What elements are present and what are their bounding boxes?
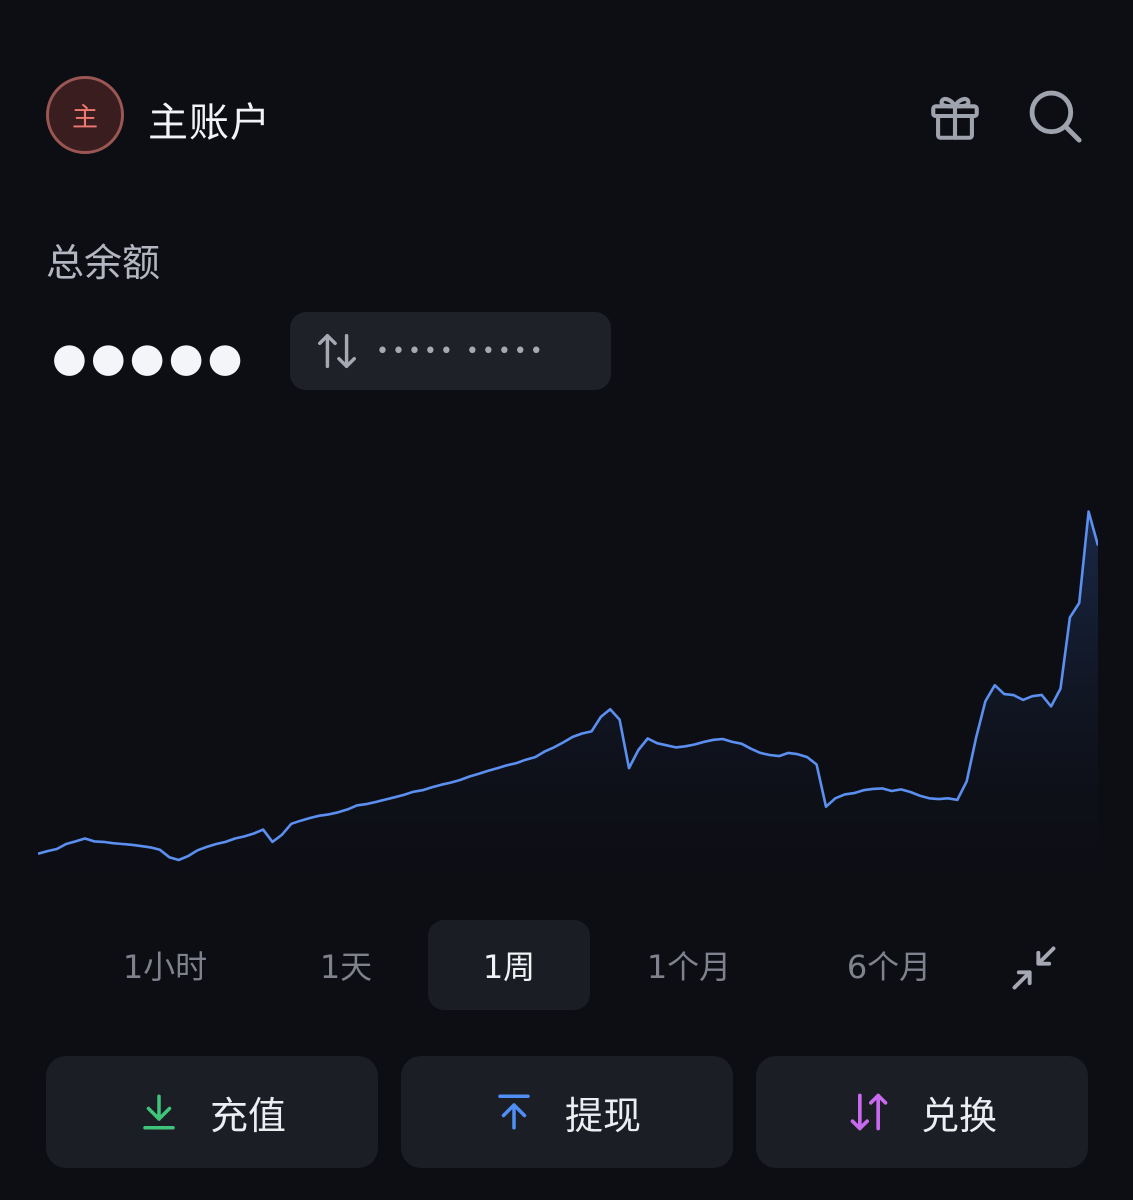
converted-hidden-value: ••••• ••••• xyxy=(376,338,546,364)
search-button[interactable] xyxy=(1023,84,1087,148)
avatar-text: 主 xyxy=(71,102,98,133)
tab-1-day[interactable]: 1天 xyxy=(265,920,427,1010)
search-icon xyxy=(1029,90,1082,143)
exchange-label: 兑换 xyxy=(920,1093,997,1138)
exchange-button[interactable]: 兑换 xyxy=(756,1056,1088,1168)
swap-vertical-icon xyxy=(318,333,356,369)
download-icon xyxy=(143,1094,175,1130)
currency-convert-pill[interactable]: ••••• ••••• xyxy=(290,312,611,390)
account-avatar[interactable]: 主 xyxy=(46,76,124,154)
balance-chart xyxy=(37,480,1100,890)
collapse-arrows-icon xyxy=(1012,946,1056,990)
total-balance-hidden-value[interactable]: ●●●●● xyxy=(52,338,247,378)
time-range-tabs: 1小时 1天 1周 1个月 6个月 xyxy=(46,920,1086,1010)
tab-1-week[interactable]: 1周 xyxy=(428,920,590,1010)
tab-1-hour[interactable]: 1小时 xyxy=(84,920,246,1010)
collapse-chart-button[interactable] xyxy=(1004,938,1064,998)
account-header: 主 主账户 xyxy=(46,76,1087,154)
tab-6-months[interactable]: 6个月 xyxy=(808,920,970,1010)
deposit-label: 充值 xyxy=(209,1093,286,1138)
withdraw-button[interactable]: 提现 xyxy=(401,1056,733,1168)
swap-icon xyxy=(850,1093,888,1131)
balance-chart-svg xyxy=(37,510,1100,890)
action-buttons: 充值 提现 兑换 xyxy=(46,1056,1088,1168)
chart-area-fill xyxy=(38,511,1098,890)
gift-button[interactable] xyxy=(923,84,987,148)
gift-icon xyxy=(931,96,979,140)
deposit-button[interactable]: 充值 xyxy=(46,1056,378,1168)
withdraw-label: 提现 xyxy=(564,1093,641,1138)
upload-icon xyxy=(498,1094,530,1130)
account-title[interactable]: 主账户 xyxy=(148,90,271,148)
total-balance-label: 总余额 xyxy=(46,241,161,285)
tab-1-month[interactable]: 1个月 xyxy=(608,920,770,1010)
